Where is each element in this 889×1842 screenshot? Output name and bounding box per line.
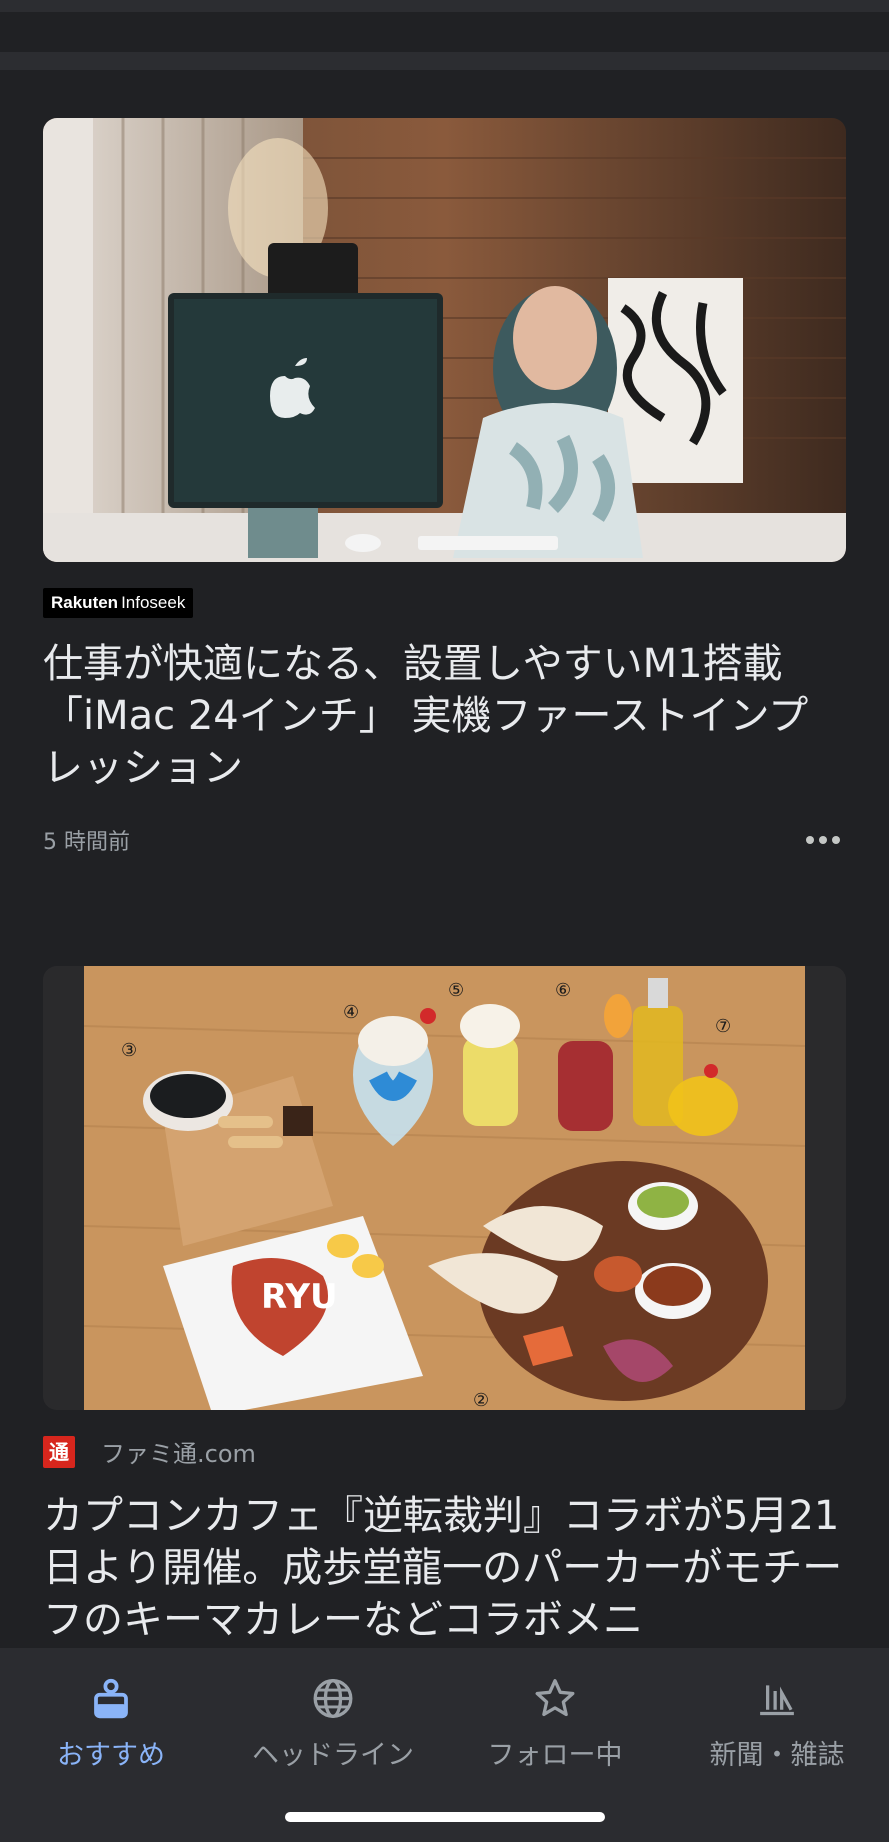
article-image[interactable] bbox=[43, 118, 846, 562]
nav-label: フォロー中 bbox=[487, 1740, 623, 1771]
status-bar-strip bbox=[0, 0, 889, 12]
top-bar bbox=[0, 0, 889, 70]
famitsu-logo-glyph: 通 bbox=[49, 1439, 69, 1464]
logo-text: Infoseek bbox=[121, 593, 186, 612]
article-headline[interactable]: カプコンカフェ『逆転裁判』コラボが5月21日より開催。成歩堂龍一のパーカーがモチ… bbox=[43, 1490, 846, 1646]
article-headline[interactable]: 仕事が快適になる、設置しやすいM1搭載「iMac 24インチ」 実機ファーストイ… bbox=[43, 638, 846, 794]
item-number: ⑤ bbox=[448, 980, 464, 1001]
for-you-icon bbox=[94, 1678, 128, 1719]
article-card[interactable]: RYU ③ ④ ⑤ ⑥ ⑦ ② 通 ファミ通.com カプコンカフェ『逆転裁判』… bbox=[43, 966, 846, 1648]
globe-icon bbox=[313, 1679, 353, 1718]
item-number: ④ bbox=[343, 1002, 359, 1023]
nav-tab-headlines[interactable]: ヘッドライン bbox=[222, 1662, 444, 1772]
home-indicator[interactable] bbox=[285, 1812, 605, 1822]
logo-text-bold: Rakuten bbox=[51, 593, 119, 612]
item-number: ⑥ bbox=[555, 980, 571, 1001]
article-card[interactable]: Rakuten Infoseek 仕事が快適になる、設置しやすいM1搭載「iMa… bbox=[43, 118, 846, 858]
nav-label: 新聞・雑誌 bbox=[709, 1740, 845, 1771]
imac-photo-icon bbox=[43, 118, 846, 562]
item-number: ⑦ bbox=[715, 1016, 731, 1037]
item-number: ③ bbox=[121, 1040, 137, 1061]
nav-label: ヘッドライン bbox=[252, 1740, 414, 1771]
rakuten-infoseek-logo: Rakuten Infoseek bbox=[43, 588, 194, 618]
star-icon bbox=[535, 1679, 575, 1717]
source-name: ファミ通.com bbox=[101, 1440, 256, 1468]
nav-tab-newsstand[interactable]: 新聞・雑誌 bbox=[666, 1662, 888, 1772]
item-number: ② bbox=[473, 1390, 489, 1410]
nav-label: おすすめ bbox=[57, 1740, 165, 1771]
nav-tab-for-you[interactable]: おすすめ bbox=[0, 1662, 222, 1772]
header-divider bbox=[0, 52, 889, 70]
ryu-plate-text: RYU bbox=[261, 1277, 338, 1317]
newsstand-icon bbox=[760, 1685, 794, 1716]
cafe-food-photo-icon: RYU ③ ④ ⑤ ⑥ ⑦ ② bbox=[43, 966, 846, 1410]
article-time: 5 時間前 bbox=[43, 830, 130, 855]
nav-tab-following[interactable]: フォロー中 bbox=[444, 1662, 666, 1772]
famitsu-logo: 通 bbox=[43, 1435, 75, 1468]
more-options-icon[interactable] bbox=[800, 830, 846, 850]
article-image[interactable]: RYU ③ ④ ⑤ ⑥ ⑦ ② bbox=[43, 966, 846, 1410]
source-row[interactable]: 通 ファミ通.com bbox=[43, 1434, 256, 1469]
source-row[interactable]: Rakuten Infoseek bbox=[43, 588, 194, 618]
article-meta: 5 時間前 bbox=[43, 824, 846, 856]
